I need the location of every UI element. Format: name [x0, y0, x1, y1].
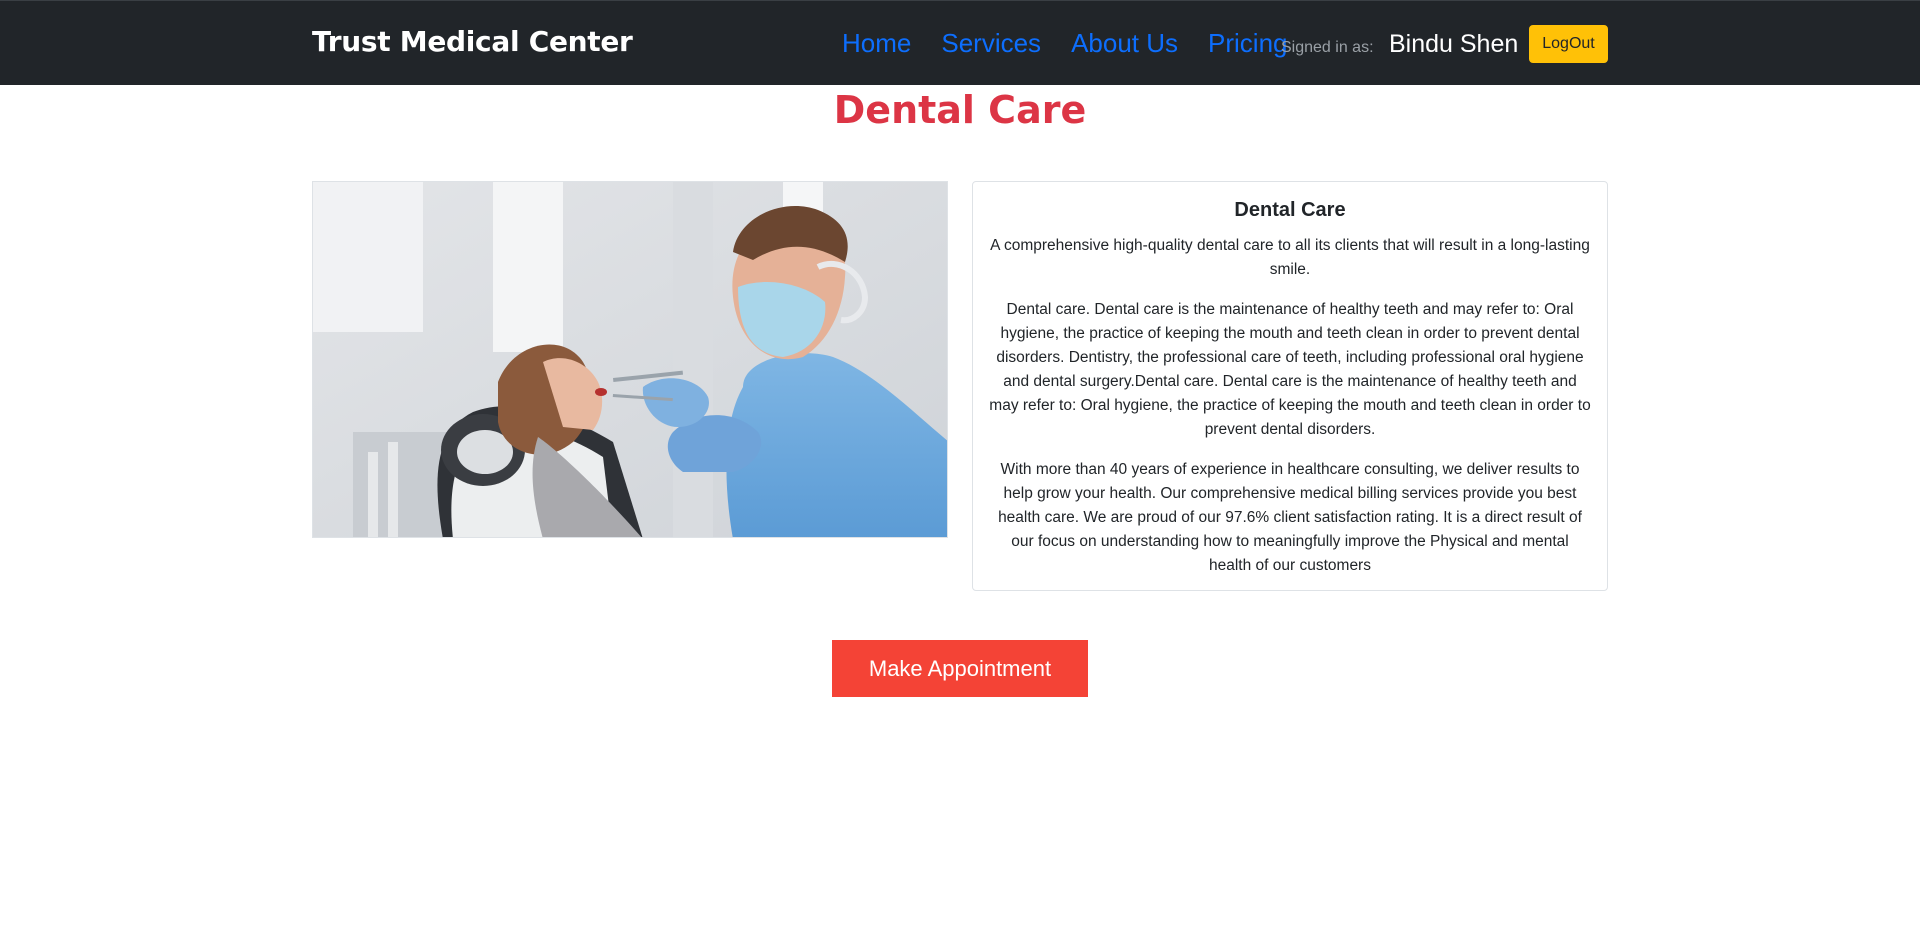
nav-link-pricing[interactable]: Pricing	[1208, 28, 1287, 59]
card-paragraph-description: Dental care. Dental care is the maintena…	[989, 301, 1591, 438]
nav-link-services[interactable]: Services	[941, 28, 1041, 59]
info-card: Dental Care A comprehensive high-quality…	[972, 181, 1608, 591]
make-appointment-button[interactable]: Make Appointment	[832, 640, 1088, 697]
card-paragraph-intro: A comprehensive high-quality dental care…	[990, 237, 1590, 278]
card-paragraph-experience: With more than 40 years of experience in…	[998, 461, 1582, 574]
page-title: Dental Care	[833, 88, 1087, 132]
dentist-photo-illustration	[313, 182, 947, 537]
brand-name[interactable]: Trust Medical Center	[312, 25, 633, 58]
card-title: Dental Care	[1234, 199, 1346, 221]
signed-in-label: Signed in as:	[1281, 39, 1374, 56]
user-name: Bindu Shen	[1389, 30, 1519, 58]
nav-link-home[interactable]: Home	[842, 28, 911, 59]
top-navbar: Trust Medical Center Home Services About…	[0, 0, 1920, 85]
nav-link-about-us[interactable]: About Us	[1071, 28, 1178, 59]
dentist-photo	[312, 181, 948, 538]
logout-button[interactable]: LogOut	[1529, 25, 1608, 63]
nav-links: Home Services About Us Pricing	[842, 28, 1288, 59]
